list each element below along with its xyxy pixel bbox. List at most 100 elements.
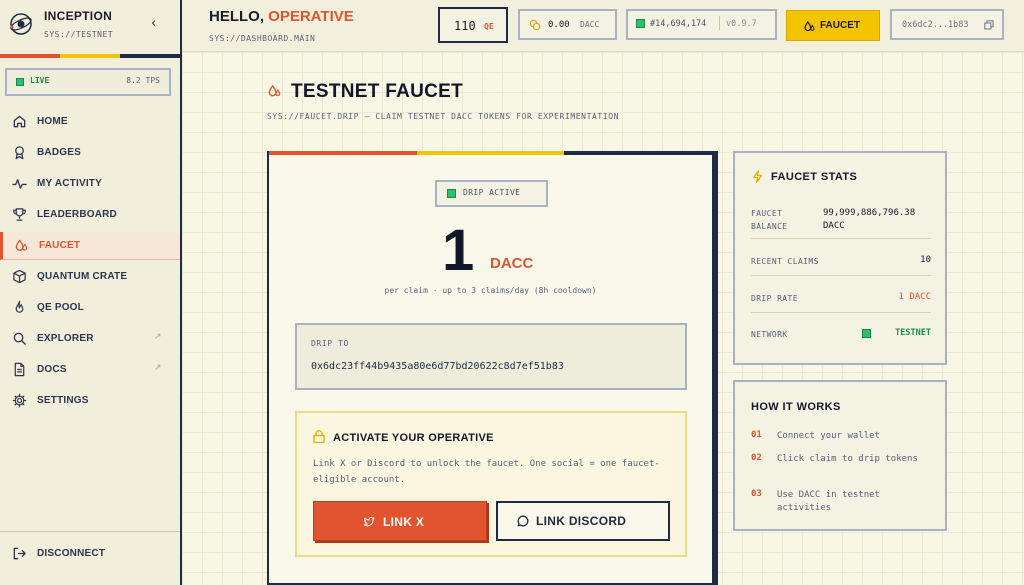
link-x-label: LINK X — [383, 515, 425, 529]
stat-row-network: NETWORK TESTNET — [751, 326, 931, 346]
sidebar-item-my-activity[interactable]: MY ACTIVITY — [0, 170, 180, 198]
dacc-balance-chip[interactable]: 0.00 DACC — [518, 9, 617, 40]
sidebar-item-label: DOCS — [37, 364, 67, 375]
chat-bubble-icon — [517, 515, 529, 527]
page-title: TESTNET FAUCET — [291, 81, 464, 102]
qe-balance-chip[interactable]: 110 QE — [438, 7, 508, 43]
droplet-icon — [15, 239, 28, 251]
stat-value: 10 — [920, 255, 931, 265]
greeting: HELLO, OPERATIVE — [209, 8, 354, 25]
sidebar-item-faucet[interactable]: FAUCET — [0, 232, 180, 260]
stat-value: TESTNET — [895, 328, 931, 338]
live-indicator-icon — [16, 78, 24, 86]
status-badge-label: DRIP ACTIVE — [463, 188, 521, 197]
collapse-sidebar-chevron-icon[interactable]: ‹ — [151, 16, 156, 31]
sidebar-item-badges[interactable]: BADGES — [0, 139, 180, 167]
document-icon — [14, 362, 25, 377]
faucet-card: DRIP ACTIVE 1 DACC per claim · up to 3 c… — [267, 151, 714, 585]
sidebar-item-quantum-crate[interactable]: QUANTUM CRATE — [0, 263, 180, 291]
claim-limits: per claim · up to 3 claims/day (8h coold… — [384, 286, 597, 295]
stat-row-recent-claims: RECENT CLAIMS 10 — [751, 253, 931, 276]
how-it-works-panel: HOW IT WORKS 01 Connect your wallet 02 C… — [733, 380, 947, 531]
cube-icon — [13, 269, 26, 284]
faucet-stats-panel: FAUCET STATS FAUCET BALANCE 99,999,886,7… — [733, 151, 947, 365]
sidebar-item-label: SETTINGS — [37, 395, 89, 406]
breadcrumb: SYS://DASHBOARD.MAIN — [209, 34, 316, 43]
home-icon — [13, 115, 26, 128]
stat-value: 99,999,886,796.38 DACC — [823, 208, 916, 231]
network-status: LIVE 8.2 TPS — [5, 68, 171, 96]
drip-active-indicator-icon — [447, 189, 456, 198]
sidebar-item-label: LEADERBOARD — [37, 209, 117, 220]
sidebar-item-settings[interactable]: SETTINGS — [0, 387, 180, 415]
drip-amount: 1 — [442, 218, 475, 283]
top-bar: HELLO, OPERATIVE SYS://DASHBOARD.MAIN 11… — [182, 0, 1024, 52]
disconnect-button[interactable]: DISCONNECT — [0, 540, 180, 568]
network-indicator-icon — [862, 329, 871, 338]
block-height-chip: #14,694,174 v0.9.7 — [626, 9, 777, 40]
sidebar-item-label: MY ACTIVITY — [37, 178, 102, 189]
status-badge: DRIP ACTIVE — [435, 180, 548, 207]
dacc-unit: DACC — [580, 20, 600, 29]
stat-key: RECENT CLAIMS — [751, 257, 819, 266]
external-link-icon: ↗ — [154, 363, 162, 373]
stat-key: FAUCET BALANCE — [751, 209, 788, 231]
block-live-icon — [636, 19, 645, 28]
qe-value: 110 — [454, 19, 476, 33]
sidebar-item-leaderboard[interactable]: LEADERBOARD — [0, 201, 180, 229]
badge-icon — [15, 146, 24, 160]
qe-unit: QE — [484, 22, 494, 31]
app-version: v0.9.7 — [726, 19, 757, 29]
search-icon — [13, 332, 26, 345]
drip-amount-unit: DACC — [490, 255, 534, 272]
step-number: 02 — [751, 453, 762, 463]
sidebar-item-label: HOME — [37, 116, 68, 127]
stat-row-balance: FAUCET BALANCE 99,999,886,796.38 DACC — [751, 205, 931, 239]
wallet-address-chip[interactable]: 0x6dc2...1b83 — [890, 9, 1004, 40]
sidebar-divider — [0, 531, 180, 532]
disconnect-label: DISCONNECT — [37, 548, 106, 559]
activate-title: ACTIVATE YOUR OPERATIVE — [333, 432, 494, 444]
faucet-button[interactable]: FAUCET — [786, 10, 880, 41]
chip-divider — [719, 16, 720, 30]
logout-icon — [13, 547, 26, 560]
sidebar-item-label: BADGES — [37, 147, 81, 158]
live-label: LIVE — [30, 76, 50, 85]
drip-to-field: DRIP TO 0x6dc23ff44b9435a80e6d77bd20622c… — [295, 323, 687, 390]
stats-title: FAUCET STATS — [771, 171, 858, 183]
link-discord-label: LINK DISCORD — [536, 514, 627, 528]
sidebar-item-qe-pool[interactable]: QE POOL — [0, 294, 180, 322]
how-it-works-title: HOW IT WORKS — [751, 401, 841, 413]
coins-icon — [529, 19, 541, 31]
step-number: 01 — [751, 430, 762, 440]
external-link-icon: ↗ — [154, 332, 162, 342]
drip-to-label: DRIP TO — [311, 339, 349, 348]
link-x-button[interactable]: LINK X — [313, 501, 487, 541]
step-text: Click claim to drip tokens — [777, 454, 918, 464]
stat-key: DRIP RATE — [751, 294, 798, 303]
copy-icon[interactable] — [984, 20, 994, 30]
link-discord-button[interactable]: LINK DISCORD — [496, 501, 670, 541]
sidebar-item-label: EXPLORER — [37, 333, 94, 344]
tps-readout: 8.2 TPS — [126, 76, 160, 85]
sidebar-item-label: QUANTUM CRATE — [37, 271, 128, 282]
faucet-button-label: FAUCET — [820, 20, 860, 31]
sidebar-item-explorer[interactable]: EXPLORER ↗ — [0, 325, 180, 353]
stat-row-drip-rate: DRIP RATE 1 DACC — [751, 290, 931, 313]
step-number: 03 — [751, 489, 762, 499]
flame-icon — [15, 300, 24, 313]
brand-subtitle: SYS://TESTNET — [44, 30, 114, 39]
stat-value: 1 DACC — [898, 292, 931, 302]
activate-description: Link X or Discord to unlock the faucet. … — [313, 459, 660, 485]
sidebar-item-label: FAUCET — [39, 240, 81, 251]
lock-icon — [313, 430, 325, 443]
sidebar-item-home[interactable]: HOME — [0, 108, 180, 136]
gear-icon — [12, 393, 27, 408]
brand-header: INCEPTION SYS://TESTNET ‹ — [0, 0, 180, 56]
sidebar-item-label: QE POOL — [37, 302, 84, 313]
brand-stripe — [0, 54, 180, 58]
trophy-icon — [13, 208, 26, 221]
sidebar-item-docs[interactable]: DOCS ↗ — [0, 356, 180, 384]
card-stripe — [269, 151, 713, 155]
wallet-address: 0x6dc2...1b83 — [902, 20, 969, 30]
